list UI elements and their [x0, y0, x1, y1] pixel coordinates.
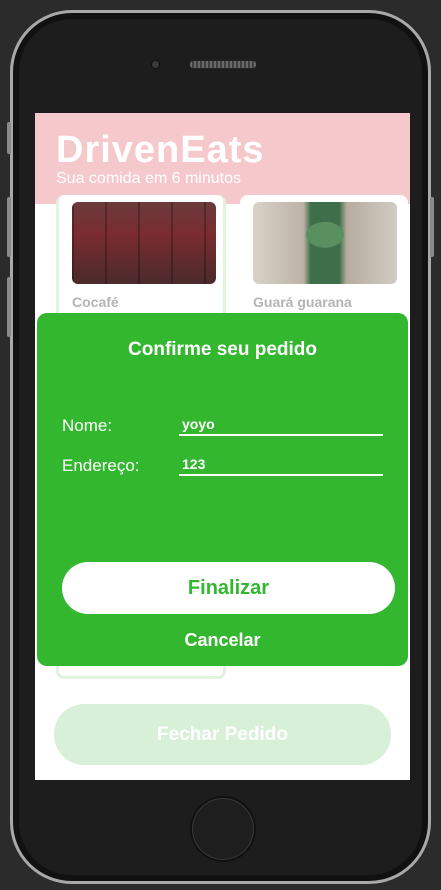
brand-tagline: Sua comida em 6 minutos [56, 170, 241, 187]
camera-icon [151, 60, 160, 69]
confirm-order-modal: Confirme seu pedido Nome: Endereço: Fina… [37, 313, 408, 666]
energy-cans-image [72, 202, 216, 284]
guarana-bottle-image [253, 202, 397, 284]
phone-side-button-silent [7, 122, 11, 154]
name-input[interactable] [179, 414, 383, 436]
address-label: Endereço: [62, 456, 140, 475]
phone-side-button-power [430, 197, 434, 257]
cancel-button[interactable]: Cancelar [37, 629, 408, 652]
speaker-grille [189, 60, 257, 69]
phone-side-button-volume-up [7, 197, 11, 257]
product-name: Guará guarana [253, 294, 352, 310]
footer-bar: Fechar Pedido [35, 689, 410, 780]
finalize-button[interactable]: Finalizar [62, 562, 395, 614]
modal-title: Confirme seu pedido [128, 339, 317, 360]
brand-title: DrivenEats [56, 129, 265, 171]
close-order-button[interactable]: Fechar Pedido [54, 704, 391, 765]
phone-side-button-volume-down [7, 277, 11, 337]
name-label: Nome: [62, 416, 113, 435]
home-button[interactable] [190, 796, 256, 862]
product-name: Cocafé [72, 294, 119, 310]
address-input[interactable] [179, 454, 383, 476]
app-header: DrivenEats Sua comida em 6 minutos [35, 113, 410, 204]
